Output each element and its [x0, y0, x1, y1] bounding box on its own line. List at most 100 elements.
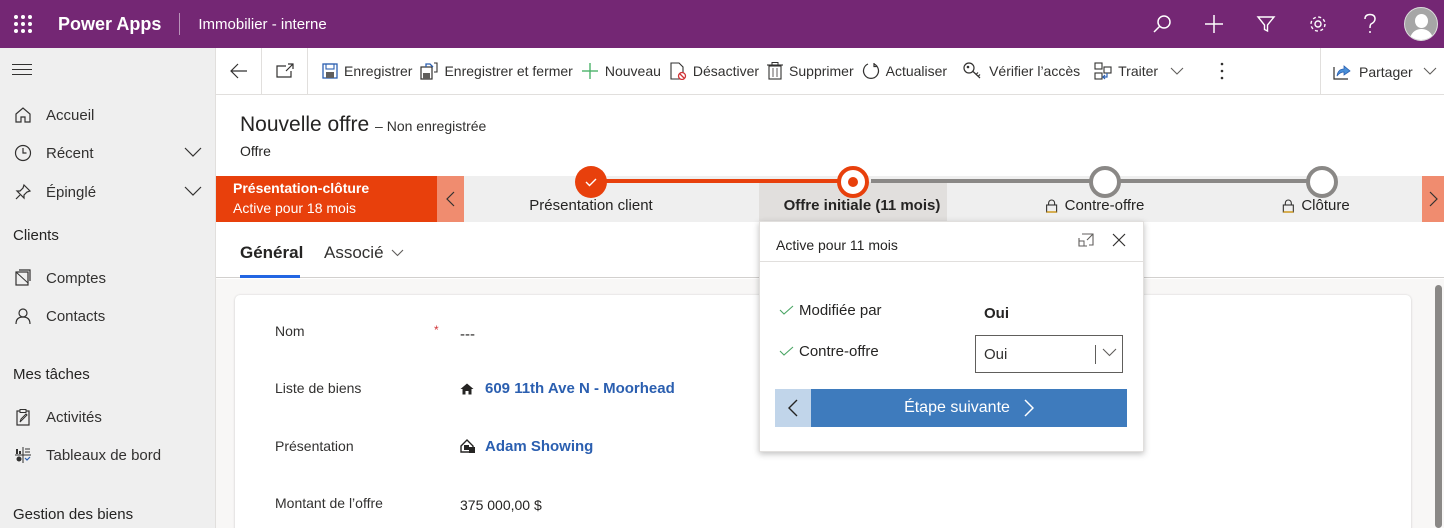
refresh-label: Actualiser: [885, 63, 948, 79]
next-stage-button[interactable]: Étape suivante: [811, 389, 1127, 427]
clipboard-icon: [0, 408, 46, 426]
stage-offre-initiale[interactable]: Offre initiale (11 mois): [784, 197, 941, 214]
contre-offre-select[interactable]: Oui: [975, 335, 1123, 373]
sidebar-item-label: Épinglé: [46, 183, 97, 201]
flyout-title: Active pour 11 mois: [776, 237, 898, 253]
new-label: Nouveau: [604, 63, 661, 79]
chevron-left-icon: [446, 191, 455, 207]
delete-button[interactable]: Supprimer: [763, 48, 858, 95]
record-status: – Non enregistrée: [375, 118, 487, 134]
field-nom-input[interactable]: ---: [460, 326, 475, 343]
stage-contre-offre[interactable]: Contre-offre: [1046, 197, 1144, 214]
refresh-button[interactable]: Actualiser: [858, 48, 951, 95]
bpf-next-button[interactable]: [1422, 176, 1444, 222]
avatar[interactable]: [1404, 7, 1438, 41]
tab-associe[interactable]: Associé: [324, 243, 404, 263]
share-icon: [1333, 64, 1351, 80]
section-title-clients: Clients: [13, 227, 59, 244]
vertical-scrollbar[interactable]: [1435, 285, 1442, 528]
stage-node-locked[interactable]: [1089, 166, 1121, 198]
stage-cloture[interactable]: Clôture: [1282, 197, 1350, 214]
command-bar: Enregistrer Enregistrer et fermer Nouvea…: [216, 47, 1444, 95]
house-icon: [460, 383, 474, 394]
deactivate-button[interactable]: Désactiver: [665, 48, 763, 95]
field-presentation[interactable]: Adam Showing: [460, 438, 593, 455]
app-name[interactable]: Power Apps: [58, 14, 161, 35]
stage-node-completed[interactable]: [575, 166, 607, 198]
field-liste-de-biens[interactable]: 609 11th Ave N - Moorhead: [460, 380, 675, 397]
hamburger-icon[interactable]: [12, 64, 32, 78]
required-indicator: *: [434, 323, 439, 337]
sidebar-item-label: Accueil: [46, 106, 95, 124]
flyout-header: Active pour 11 mois: [760, 222, 1143, 262]
sidebar-item-label: Comptes: [46, 269, 107, 287]
check-icon: [779, 305, 794, 315]
divider: [1095, 345, 1096, 364]
business-process-flow: Présentation-clôture Active pour 18 mois…: [216, 166, 1444, 222]
refresh-icon: [862, 63, 879, 79]
share-button[interactable]: Partager: [1320, 48, 1444, 95]
check-access-button[interactable]: Vérifier l’accès: [959, 48, 1084, 95]
process-button[interactable]: Traiter: [1090, 48, 1194, 95]
plus-icon[interactable]: [1188, 0, 1240, 48]
tab-general[interactable]: Général: [240, 243, 303, 263]
deactivate-label: Désactiver: [692, 63, 760, 79]
pin-icon: [0, 183, 46, 201]
search-icon[interactable]: [1136, 0, 1188, 48]
environment-name: Immobilier - interne: [198, 15, 327, 33]
bpf-previous-button[interactable]: [437, 176, 464, 222]
page-title: Nouvelle offre – Non enregistrée: [240, 113, 486, 137]
save-close-button[interactable]: Enregistrer et fermer: [416, 48, 576, 95]
field-label-presentation: Présentation: [275, 438, 354, 454]
stage-node-active[interactable]: [837, 166, 869, 198]
field-montant-input[interactable]: 375 000,00 $: [460, 497, 542, 513]
sidebar-item-recent[interactable]: Récent: [0, 135, 216, 171]
showing-icon: [460, 439, 475, 453]
check-icon: [779, 346, 794, 356]
save-button[interactable]: Enregistrer: [318, 48, 416, 95]
sidebar-item-accueil[interactable]: Accueil: [0, 97, 216, 133]
popout-button[interactable]: [262, 47, 308, 95]
chevron-down-icon: [1170, 67, 1184, 75]
sidebar-item-comptes[interactable]: Comptes: [0, 260, 216, 296]
sidebar-item-tableaux-de-bord[interactable]: Tableaux de bord: [0, 437, 216, 473]
stage-presentation-client[interactable]: Présentation client: [529, 197, 652, 214]
sidebar-item-label: Récent: [46, 144, 94, 162]
save-label: Enregistrer: [344, 63, 413, 79]
chevron-down-icon[interactable]: [184, 184, 202, 201]
waffle-icon[interactable]: [0, 0, 46, 48]
lock-icon: [1046, 199, 1058, 213]
process-label: Traiter: [1118, 63, 1159, 79]
chevron-down-icon[interactable]: [184, 145, 202, 162]
previous-stage-button[interactable]: [775, 389, 811, 427]
person-icon: [0, 307, 46, 325]
key-icon: [963, 62, 981, 79]
close-icon[interactable]: [1112, 233, 1126, 252]
home-icon: [0, 106, 46, 124]
property-link[interactable]: 609 11th Ave N - Moorhead: [485, 380, 675, 397]
gear-icon[interactable]: [1292, 0, 1344, 48]
chevron-down-icon: [1102, 348, 1117, 357]
process-name-panel[interactable]: Présentation-clôture Active pour 18 mois: [216, 176, 437, 222]
showing-link[interactable]: Adam Showing: [485, 438, 593, 455]
record-title: Nouvelle offre: [240, 113, 370, 136]
accounts-icon: [0, 269, 46, 287]
dashboard-icon: [0, 446, 46, 464]
top-bar: Power Apps Immobilier - interne: [0, 0, 1444, 48]
more-commands-button[interactable]: [1216, 48, 1234, 95]
share-label: Partager: [1359, 63, 1413, 80]
trash-icon: [767, 62, 784, 80]
back-button[interactable]: [216, 47, 262, 95]
sidebar-item-epingle[interactable]: Épinglé: [0, 174, 216, 210]
filter-icon[interactable]: [1240, 0, 1292, 48]
record-entity: Offre: [240, 143, 271, 159]
field-label-liste-de-biens: Liste de biens: [275, 380, 362, 396]
expand-icon[interactable]: [1078, 233, 1094, 252]
completed-connector: [591, 179, 856, 183]
sidebar-item-contacts[interactable]: Contacts: [0, 298, 216, 334]
sidebar-item-activites[interactable]: Activités: [0, 399, 216, 435]
new-button[interactable]: Nouveau: [577, 48, 665, 95]
help-icon[interactable]: [1344, 0, 1396, 48]
stage-node-locked[interactable]: [1306, 166, 1338, 198]
flyout-field-modifiee-par: Modifiée par: [779, 302, 882, 319]
